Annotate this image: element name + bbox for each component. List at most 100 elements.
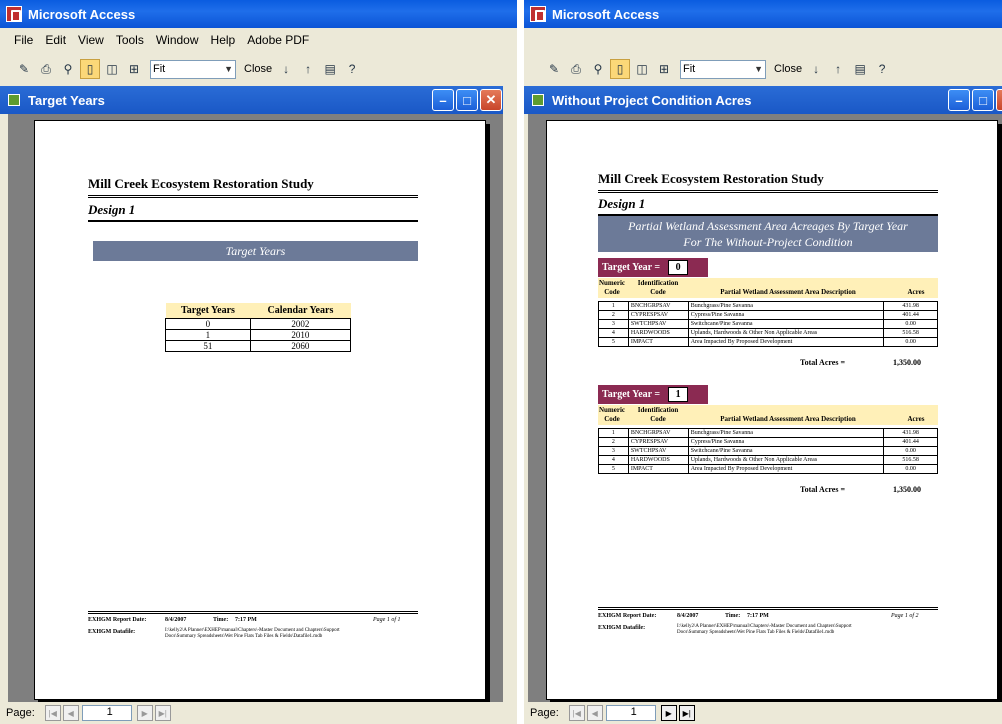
menu-view[interactable]: View (78, 33, 104, 47)
prev-page-icon[interactable]: ◀ (586, 705, 603, 721)
table-row: 1 BNCHGRPSAV Bunchgrass/Pine Savanna 431.98 (598, 301, 938, 311)
maximize-button[interactable]: □ (972, 89, 994, 111)
col-description: Partial Wetland Assessment Area Descript… (720, 288, 856, 296)
table-row: 4 HARDWOODS Uplands, Hardwoods & Other Non… (598, 455, 938, 465)
help-icon[interactable]: ? (342, 59, 362, 79)
record-navigation-bar: Page: |◀ ◀ 1 ▶ ▶| (0, 702, 517, 724)
prev-page-icon[interactable]: ◀ (62, 705, 79, 721)
zoom-value: Fit (153, 63, 166, 75)
first-page-icon[interactable]: |◀ (44, 705, 61, 721)
next-page-icon[interactable]: ▶ (136, 705, 153, 721)
one-page-icon[interactable]: ▯ (80, 59, 100, 79)
report-icon (532, 94, 544, 106)
report-page: Mill Creek Ecosystem Restoration Study D… (34, 120, 486, 700)
one-page-icon[interactable]: ▯ (610, 59, 630, 79)
maximize-button[interactable]: □ (456, 89, 478, 111)
report-title: Mill Creek Ecosystem Restoration Study (88, 176, 314, 191)
acres-cell: 516.58 (883, 328, 938, 338)
print-preview-toolbar: ✎ ⎙ ⚲ ▯ ◫ ⊞ Fit ▼ Close ↓ ↑ ▤ ? (14, 56, 364, 82)
help-icon[interactable]: ? (872, 59, 892, 79)
zoom-icon[interactable]: ⚲ (588, 59, 608, 79)
chevron-down-icon: ▼ (754, 64, 763, 74)
acres-cell: 431.98 (883, 301, 938, 311)
two-pages-icon[interactable]: ◫ (102, 59, 122, 79)
numeric-code-cell: 5 (598, 337, 629, 347)
next-page-icon[interactable]: ▶ (660, 705, 677, 721)
menu-tools[interactable]: Tools (116, 33, 144, 47)
numeric-code-cell: 1 (598, 301, 629, 311)
acres-cell: 0.00 (883, 319, 938, 329)
menu-edit[interactable]: Edit (45, 33, 66, 47)
multiple-pages-icon[interactable]: ⊞ (124, 59, 144, 79)
target-year-cell: 1 (165, 329, 251, 341)
page-number-input[interactable]: 1 (605, 705, 656, 721)
table-row: 0 2002 (165, 318, 352, 330)
numeric-code-cell: 5 (598, 464, 629, 474)
sort-asc-icon[interactable]: ↓ (806, 59, 826, 79)
footer-datafile-label: EXHGM Datafile: (88, 629, 136, 635)
last-page-icon[interactable]: ▶| (678, 705, 695, 721)
app-title-bar[interactable]: Microsoft Access (524, 0, 1002, 28)
menu-adobe-pdf[interactable]: Adobe PDF (247, 33, 309, 47)
page-number-input[interactable]: 1 (81, 705, 132, 721)
target-year-label: Target Year = (602, 389, 661, 400)
numeric-code-cell: 3 (598, 319, 629, 329)
col-acres: Acres (907, 288, 925, 296)
acres-cell: 0.00 (883, 337, 938, 347)
band-line-2: For The Without-Project Condition (683, 235, 853, 249)
col-code: Code (604, 415, 620, 423)
description-cell: Area Impacted By Proposed Development (687, 337, 885, 347)
report-window-title-bar[interactable]: Target Years – □ ✕ (0, 86, 503, 114)
id-code-cell: IMPACT (627, 464, 689, 474)
minimize-button[interactable]: – (432, 89, 454, 111)
print-icon[interactable]: ⎙ (566, 59, 586, 79)
print-icon[interactable]: ⎙ (36, 59, 56, 79)
zoom-select[interactable]: Fit ▼ (150, 59, 236, 79)
close-button[interactable]: Close (244, 63, 272, 75)
close-window-button[interactable]: ✕ (480, 89, 502, 111)
view-icon[interactable]: ✎ (14, 59, 34, 79)
multiple-pages-icon[interactable]: ⊞ (654, 59, 674, 79)
description-cell: Cypress/Pine Savanna (687, 437, 885, 447)
footer-date: 8/4/2007 (677, 613, 699, 619)
footer-datafile-label: EXHGM Datafile: (598, 625, 646, 631)
preview-canvas: Mill Creek Ecosystem Restoration Study D… (528, 114, 1002, 702)
acres-cell: 0.00 (883, 446, 938, 456)
table-row: 2 CYPRESPSAV Cypress/Pine Savanna 401.44 (598, 310, 938, 320)
close-button[interactable]: Close (774, 63, 802, 75)
column-header-row: Numeric Code Identification Code Partial… (598, 278, 938, 298)
acreage-table: 1 BNCHGRPSAV Bunchgrass/Pine Savanna 431.98… (598, 428, 938, 474)
table-row: 5 IMPACT Area Impacted By Proposed Develop… (598, 464, 938, 474)
id-code-cell: HARDWOODS (627, 328, 689, 338)
id-code-cell: BNCHGRPSAV (627, 428, 689, 438)
sort-desc-icon[interactable]: ↑ (298, 59, 318, 79)
report-window-title-bar[interactable]: Without Project Condition Acres – □ ✕ (524, 86, 1002, 114)
sort-desc-icon[interactable]: ↑ (828, 59, 848, 79)
numeric-code-cell: 2 (598, 437, 629, 447)
footer-time-label: Time: (213, 617, 229, 623)
office-links-icon[interactable]: ▤ (320, 59, 340, 79)
table-row: 2 CYPRESPSAV Cypress/Pine Savanna 401.44 (598, 437, 938, 447)
col-code: Code (604, 288, 620, 296)
report-subtitle: Design 1 (598, 196, 646, 211)
view-icon[interactable]: ✎ (544, 59, 564, 79)
minimize-button[interactable]: – (948, 89, 970, 111)
column-header-row: Numeric Code Identification Code Partial… (598, 405, 938, 425)
footer-datafile-line2: Docs\Summary Spreadsheets\Wet Pine Flats… (165, 634, 323, 639)
id-code-cell: IMPACT (627, 337, 689, 347)
office-links-icon[interactable]: ▤ (850, 59, 870, 79)
two-pages-icon[interactable]: ◫ (632, 59, 652, 79)
last-page-icon[interactable]: ▶| (154, 705, 171, 721)
zoom-select[interactable]: Fit ▼ (680, 59, 766, 79)
menu-file[interactable]: File (14, 33, 33, 47)
calendar-year-cell: 2010 (249, 329, 352, 341)
first-page-icon[interactable]: |◀ (568, 705, 585, 721)
close-window-button[interactable]: ✕ (996, 89, 1002, 111)
app-title-bar[interactable]: Microsoft Access (0, 0, 517, 28)
menu-help[interactable]: Help (211, 33, 236, 47)
zoom-icon[interactable]: ⚲ (58, 59, 78, 79)
footer-date-label: EXHGM Report Date: (598, 613, 657, 619)
band-line-1: Partial Wetland Assessment Area Acreages… (628, 219, 908, 233)
sort-asc-icon[interactable]: ↓ (276, 59, 296, 79)
menu-window[interactable]: Window (156, 33, 199, 47)
